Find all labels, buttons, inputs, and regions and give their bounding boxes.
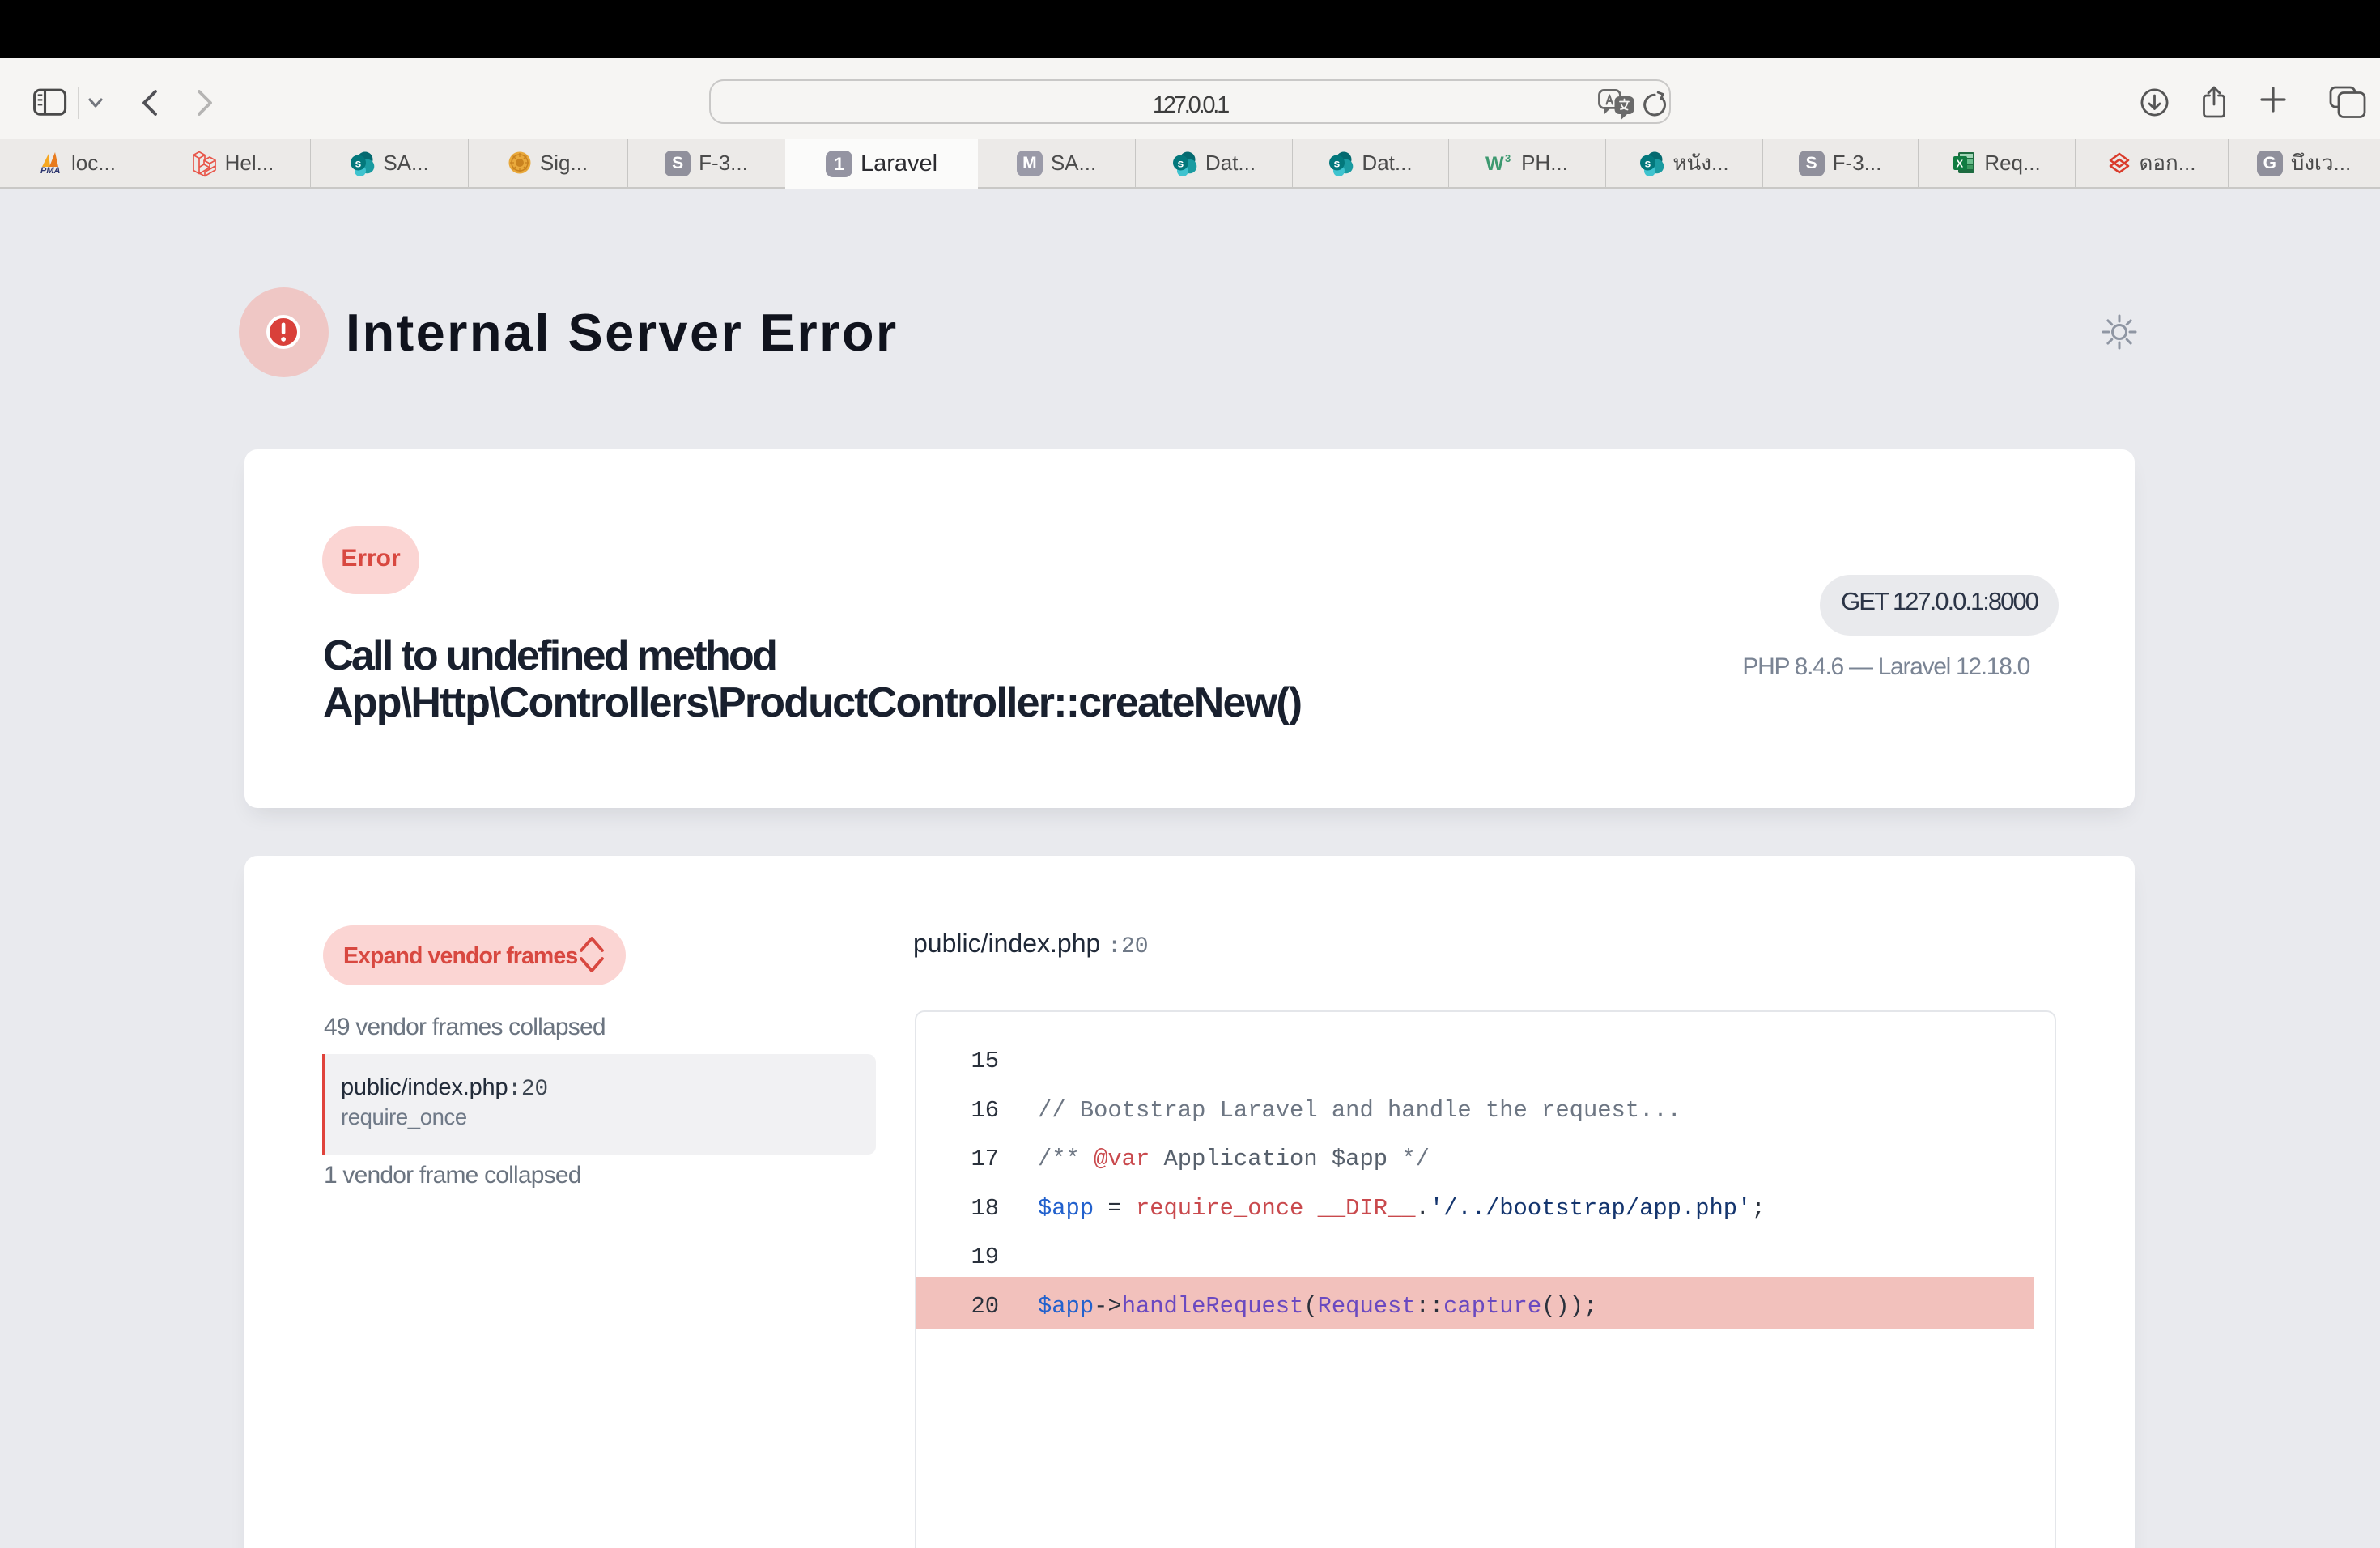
svg-text:PMA: PMA bbox=[40, 166, 61, 175]
svg-text:W: W bbox=[1485, 153, 1504, 175]
svg-text:s: s bbox=[1177, 156, 1184, 169]
svg-text:s: s bbox=[1645, 156, 1651, 169]
svg-text:3: 3 bbox=[1505, 152, 1511, 164]
svg-text:s: s bbox=[355, 156, 362, 169]
svg-text:X: X bbox=[1957, 157, 1964, 169]
svg-text:s: s bbox=[1334, 156, 1341, 169]
